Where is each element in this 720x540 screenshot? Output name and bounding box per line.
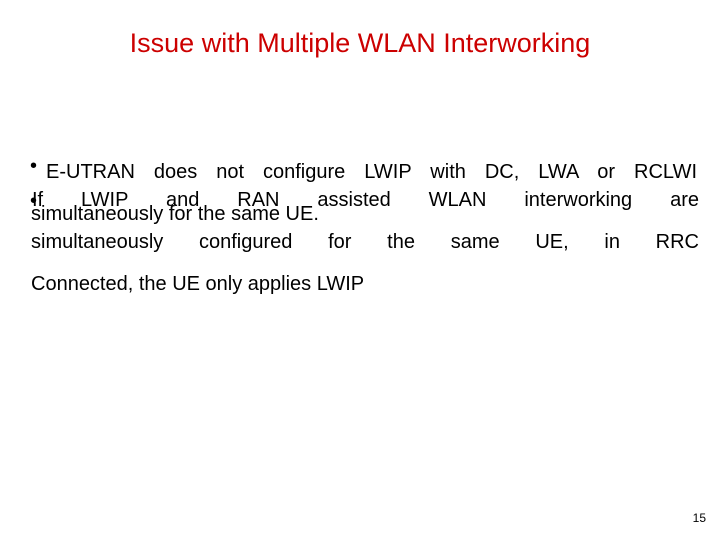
bullet-marker: • xyxy=(30,155,38,177)
slide-title: Issue with Multiple WLAN Interworking xyxy=(129,28,591,58)
bullet-text-line: If LWIP and RAN assisted WLAN interworki… xyxy=(32,189,699,211)
bullet-text-line: simultaneously configured for the same U… xyxy=(31,231,699,253)
page-number: 15 xyxy=(692,511,706,525)
bullet-text-line: Connected, the UE only applies LWIP xyxy=(31,273,365,295)
